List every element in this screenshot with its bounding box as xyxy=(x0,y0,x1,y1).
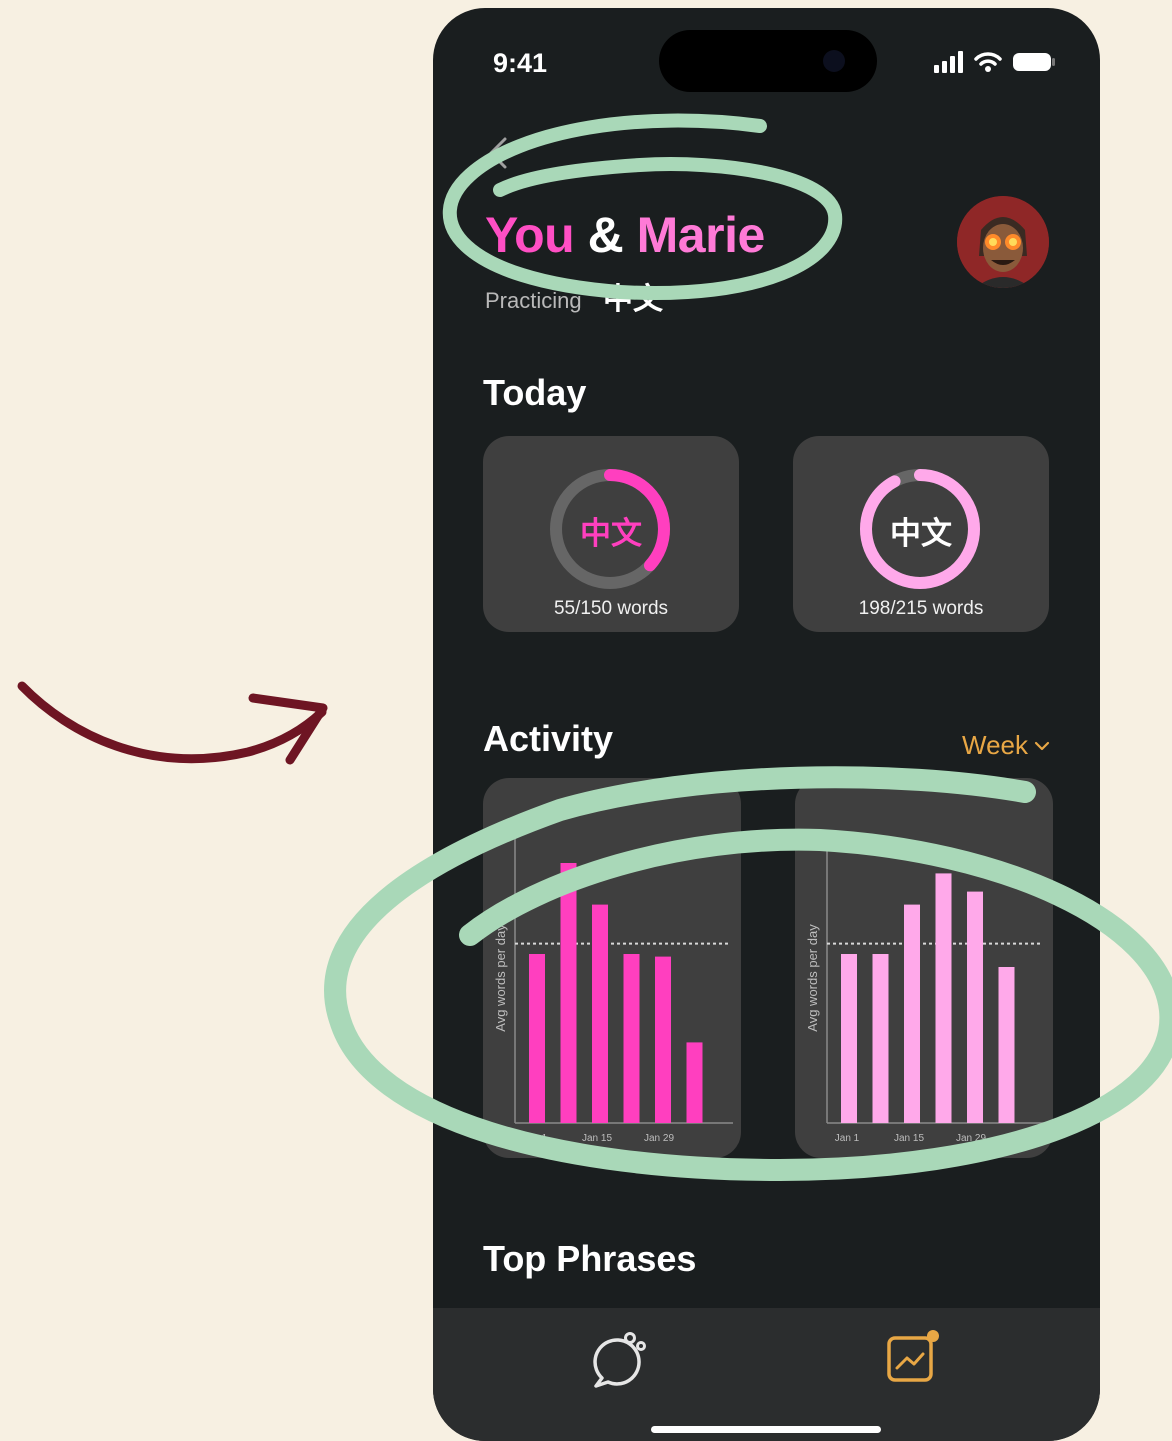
language-label: 中文 xyxy=(603,283,663,316)
x-tick-label: Jan 15 xyxy=(894,1133,924,1144)
bar xyxy=(872,954,889,1123)
chat-bubble-icon[interactable] xyxy=(588,1326,658,1390)
activity-heading: Activity xyxy=(483,718,614,759)
chart-icon[interactable] xyxy=(881,1326,945,1390)
bar xyxy=(935,873,952,1123)
x-tick-label: Jan 29 xyxy=(644,1133,674,1144)
bar xyxy=(967,891,983,1123)
bar xyxy=(998,967,1015,1123)
title-partner: Marie xyxy=(636,207,766,263)
today-heading: Today xyxy=(483,372,587,413)
x-tick-label: Jan 15 xyxy=(582,1133,612,1144)
today-card-you-words: 55/150 words xyxy=(553,598,669,619)
avatar-memoji-icon xyxy=(957,196,1049,288)
activity-chart-partner-plot: Avg words per day Jan 1 Jan 15 Jan 29 xyxy=(805,838,1045,1144)
period-label: Week xyxy=(962,730,1028,760)
bar xyxy=(904,904,920,1123)
period-dropdown[interactable]: Week xyxy=(962,730,1050,761)
bar xyxy=(529,954,545,1123)
back-chevron-icon[interactable] xyxy=(485,136,511,170)
bar xyxy=(623,954,640,1123)
bar xyxy=(686,1042,703,1123)
bar xyxy=(841,954,857,1123)
tab-bar xyxy=(433,1308,1100,1441)
y-axis-label: Avg words per day xyxy=(493,924,508,1032)
status-icons xyxy=(934,48,1056,76)
top-phrases-heading: Top Phrases xyxy=(483,1238,697,1279)
today-card-you-label: 中文 xyxy=(580,516,642,551)
x-tick-label: Jan 1 xyxy=(835,1133,860,1144)
title-you: You xyxy=(485,207,575,263)
subtitle-text: Practicing xyxy=(485,288,582,313)
activity-chart-partner: Avg words per day Jan 1 Jan 15 Jan 29 xyxy=(795,778,1053,1158)
page-title: You & Marie xyxy=(485,206,765,264)
y-axis-label: Avg words per day xyxy=(805,924,820,1032)
bar xyxy=(560,863,577,1123)
chevron-down-icon xyxy=(1034,741,1050,750)
activity-chart-you: Avg words per day Jan 1 Jan 15 Jan 29 xyxy=(483,778,741,1158)
camera-icon xyxy=(823,50,845,72)
battery-icon xyxy=(1013,53,1055,71)
signal-icon xyxy=(934,51,963,73)
avatar[interactable] xyxy=(957,196,1049,288)
home-indicator xyxy=(651,1426,881,1433)
today-card-you[interactable]: 中文 55/150 words xyxy=(483,436,739,632)
status-time: 9:41 xyxy=(493,48,548,78)
today-card-partner[interactable]: 中文 198/215 words xyxy=(793,436,1049,632)
activity-chart-you-plot: Avg words per day Jan 1 Jan 15 Jan 29 xyxy=(493,838,733,1144)
x-tick-label: Jan 29 xyxy=(956,1133,986,1144)
today-card-partner-label: 中文 xyxy=(890,516,952,551)
x-tick-label: Jan 1 xyxy=(523,1133,548,1144)
bar xyxy=(655,956,671,1123)
phone-screen: 9:41 You & Marie Practicing 中文 Today 中文 … xyxy=(433,8,1100,1441)
bar xyxy=(592,904,608,1123)
arrow-annotation-icon xyxy=(17,681,328,765)
today-card-partner-words: 198/215 words xyxy=(858,598,984,619)
practicing-subtitle: Practicing xyxy=(485,288,582,314)
title-amp: & xyxy=(587,207,624,263)
wifi-icon xyxy=(974,52,1002,72)
